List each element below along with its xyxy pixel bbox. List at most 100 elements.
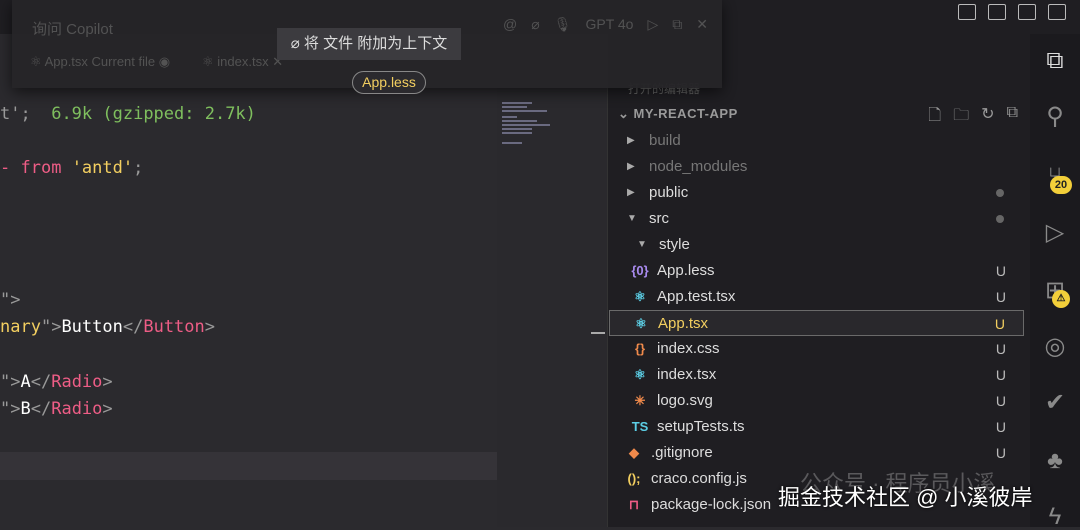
item-label: App.test.tsx	[657, 288, 736, 305]
git-status: U	[995, 367, 1006, 383]
toggle-primary-sidebar-icon[interactable]	[988, 4, 1006, 20]
code-line: ">A</Radio>	[0, 372, 113, 392]
item-label: src	[649, 210, 669, 227]
code-line: t'; 6.9k (gzipped: 2.7k)	[0, 104, 256, 124]
item-label: craco.config.js	[651, 470, 747, 487]
git-status: U	[994, 316, 1005, 332]
tree-item-app-less[interactable]: {0} App.less U	[609, 258, 1024, 284]
search-icon[interactable]: ⚲	[1042, 104, 1068, 130]
modified-dot	[996, 215, 1004, 223]
tree-icon[interactable]: ♣	[1042, 448, 1068, 474]
react-file-icon: ⚛	[635, 316, 647, 331]
git-status: U	[995, 263, 1006, 279]
copilot-input[interactable]: 询问 Copilot	[32, 18, 113, 39]
code-editor[interactable]: t'; 6.9k (gzipped: 2.7k) - from 'antd'; …	[0, 34, 497, 527]
item-label: App.tsx	[658, 315, 709, 332]
item-label: public	[649, 184, 689, 201]
json-file-icon: ⊓	[628, 497, 640, 512]
js-file-icon: ();	[627, 471, 641, 486]
git-status: U	[995, 289, 1006, 305]
item-label: App.less	[657, 262, 715, 279]
tree-item-app-tsx[interactable]: ⚛ App.tsx U	[609, 310, 1024, 336]
watermark: 掘金技术社区 @ 小溪彼岸	[778, 485, 1033, 510]
item-label: index.tsx	[657, 366, 717, 383]
item-label: node_modules	[649, 158, 748, 175]
git-status: U	[995, 341, 1006, 357]
item-label: logo.svg	[657, 392, 713, 409]
react-icon: ⚛	[202, 54, 214, 69]
git-file-icon: ◆	[629, 445, 639, 460]
tree-item-setuptests-ts[interactable]: TS setupTests.ts U	[609, 414, 1024, 440]
tooltip-text: 将 文件 附加为上下文	[303, 35, 448, 52]
warning-badge-icon: ⚠	[1052, 290, 1070, 308]
new-folder-icon[interactable]: 🗀	[953, 104, 969, 131]
svg-file-icon: ✳	[634, 393, 646, 408]
toggle-secondary-sidebar-icon[interactable]	[1048, 4, 1066, 20]
lightning-icon[interactable]: ϟ	[1042, 504, 1068, 530]
item-label: index.css	[657, 340, 720, 357]
context-chip-current[interactable]: ⚛ App.tsx Current file ◉	[30, 54, 170, 70]
item-label: setupTests.ts	[657, 418, 745, 435]
activity-bar: ⧉ ⚲ ⑂ 20 ▷ ⊞ ⚠ ◎ ✔ ♣ ϟ	[1030, 34, 1080, 530]
react-icon: ⚛	[30, 54, 42, 69]
mic-icon[interactable]: 🎙	[554, 16, 572, 33]
item-label: style	[659, 236, 690, 253]
tree-item-logo-svg[interactable]: ✳ logo.svg U	[609, 388, 1024, 414]
current-line-highlight	[0, 452, 497, 480]
paperclip-icon: ⌀	[290, 35, 300, 52]
chevron-down-icon[interactable]: ▼	[627, 206, 637, 232]
code-line: nary">Button</Button>	[0, 317, 216, 337]
chip-label: index.tsx	[217, 54, 269, 69]
eye-icon[interactable]: ◉	[159, 54, 170, 69]
project-section-header[interactable]: ⌄ MY-REACT-APP	[618, 106, 738, 122]
modified-dot	[996, 189, 1004, 197]
git-graph-icon[interactable]: ◎	[1042, 334, 1068, 360]
tree-item-app-test-tsx[interactable]: ⚛ App.test.tsx U	[609, 284, 1024, 310]
tree-item-style[interactable]: ▼ style	[609, 232, 1024, 258]
code-line: ">	[0, 290, 21, 310]
layout-controls	[958, 4, 1066, 20]
react-file-icon: ⚛	[634, 367, 646, 382]
context-chip[interactable]: ⚛ index.tsx ✕	[202, 54, 283, 70]
less-file-icon: {0}	[631, 263, 649, 278]
attach-icon[interactable]: ⌀	[531, 16, 539, 33]
minimap[interactable]	[497, 34, 607, 527]
send-icon[interactable]: ▷	[647, 16, 658, 33]
item-label: .gitignore	[651, 444, 713, 461]
chevron-right-icon[interactable]: ▶	[627, 128, 635, 154]
explorer-icon[interactable]: ⧉	[1042, 48, 1068, 74]
new-chat-icon[interactable]: ⧉	[672, 16, 682, 33]
tree-item--gitignore[interactable]: ◆ .gitignore U	[609, 440, 1024, 466]
tree-item-node-modules[interactable]: ▶ node_modules	[609, 154, 1024, 180]
chevron-right-icon[interactable]: ▶	[627, 154, 635, 180]
tree-item-index-css[interactable]: {} index.css U	[609, 336, 1024, 362]
collapse-all-icon[interactable]: ⧉	[1007, 104, 1018, 131]
item-label: build	[649, 132, 681, 149]
testing-icon[interactable]: ✔	[1042, 390, 1068, 416]
tree-item-src[interactable]: ▼ src	[609, 206, 1024, 232]
run-debug-icon[interactable]: ▷	[1042, 220, 1068, 246]
dragged-file[interactable]: App.less	[352, 71, 426, 94]
chevron-right-icon[interactable]: ▶	[627, 180, 635, 206]
explorer-sidebar: 打开的编辑器 ⌄ MY-REACT-APP 🗋 🗀 ↻ ⧉ ▶ build ▶ nod…	[607, 34, 1030, 527]
chip-label: App.tsx	[44, 54, 88, 69]
code-line: - from 'antd';	[0, 158, 144, 178]
mention-icon[interactable]: @	[503, 16, 517, 33]
scm-badge: 20	[1050, 176, 1072, 194]
code-line: ">B</Radio>	[0, 399, 113, 419]
customize-layout-icon[interactable]	[958, 4, 976, 20]
react-file-icon: ⚛	[634, 289, 646, 304]
close-icon[interactable]: ✕	[696, 16, 708, 33]
tree-item-build[interactable]: ▶ build	[609, 128, 1024, 154]
chevron-down-icon[interactable]: ▼	[637, 232, 647, 258]
tree-item-index-tsx[interactable]: ⚛ index.tsx U	[609, 362, 1024, 388]
tree-item-public[interactable]: ▶ public	[609, 180, 1024, 206]
item-label: package-lock.json	[651, 496, 772, 513]
attach-tooltip: ⌀ 将 文件 附加为上下文	[277, 28, 461, 60]
css-file-icon: {}	[634, 341, 646, 356]
scroll-indicator	[591, 332, 605, 334]
new-file-icon[interactable]: 🗋	[928, 104, 941, 131]
model-select[interactable]: GPT 4o	[585, 16, 633, 33]
toggle-panel-icon[interactable]	[1018, 4, 1036, 20]
refresh-icon[interactable]: ↻	[981, 104, 994, 131]
